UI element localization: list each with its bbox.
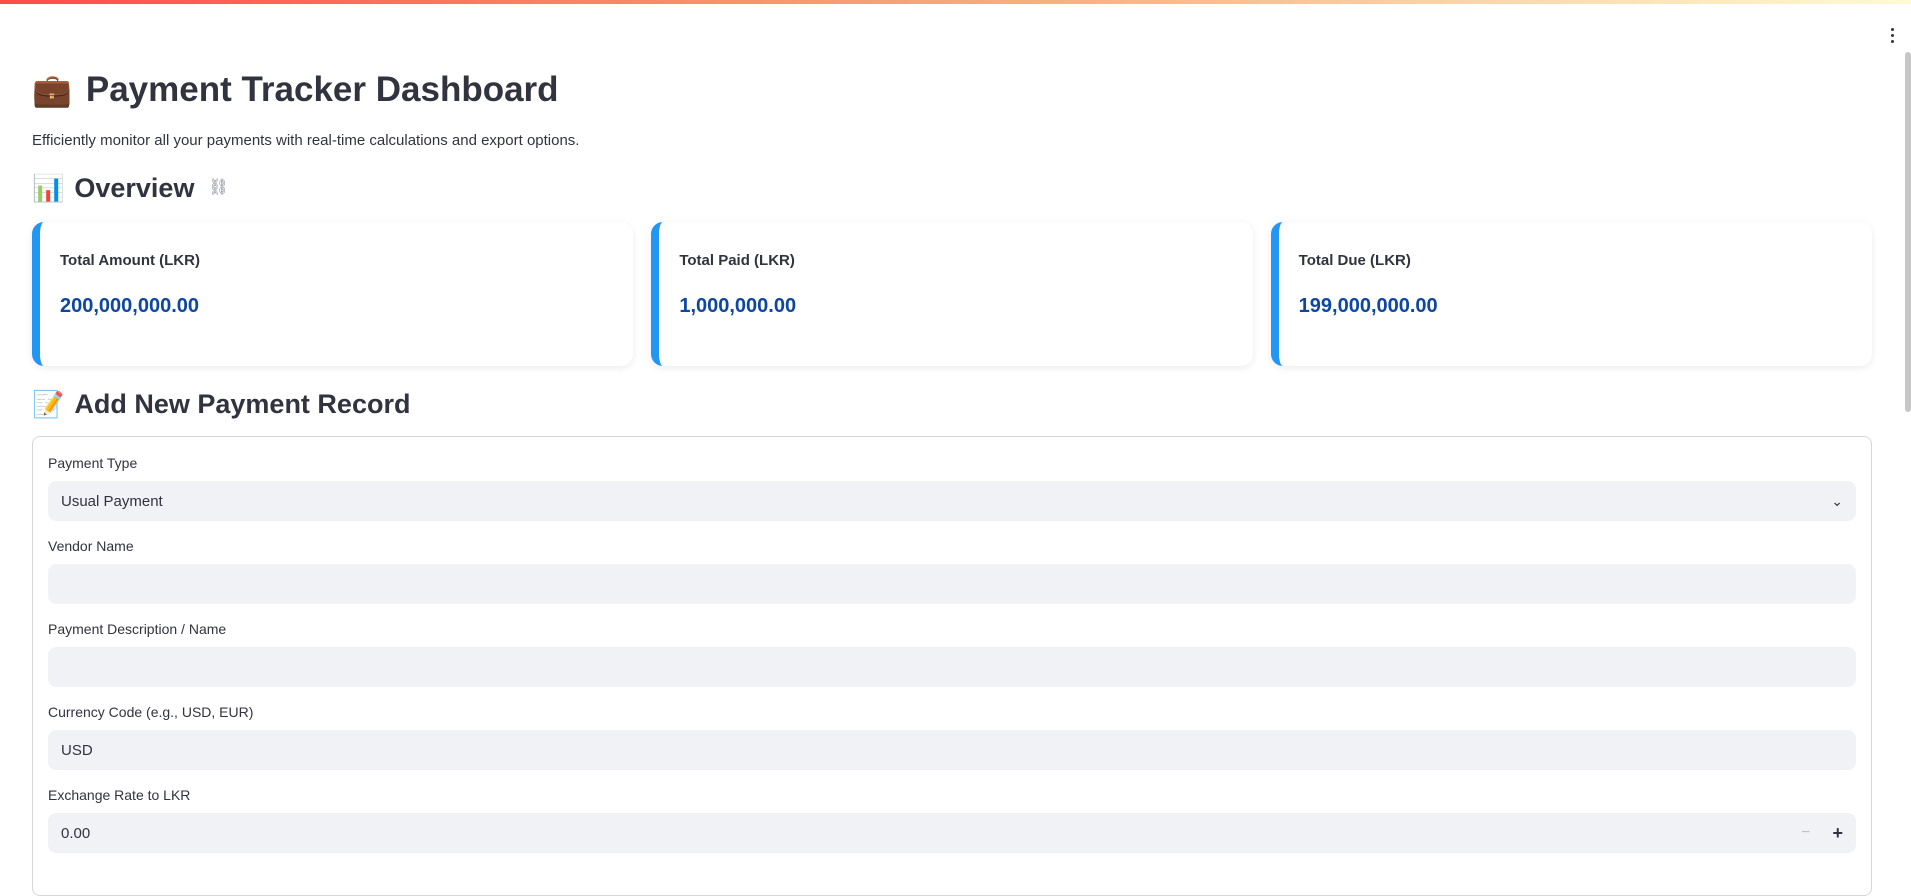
currency-label: Currency Code (e.g., USD, EUR) <box>48 704 254 720</box>
page-title: 💼 Payment Tracker Dashboard <box>32 62 1872 118</box>
payment-record-form: Payment Type Usual Payment ⌄ Vendor Name… <box>32 436 1872 896</box>
currency-field: Currency Code (e.g., USD, EUR) USD <box>48 702 1856 770</box>
description-field: Payment Description / Name <box>48 619 1856 687</box>
page-subtitle: Efficiently monitor all your payments wi… <box>32 132 580 149</box>
overview-heading: 📊 Overview ⛓ <box>32 168 1872 208</box>
page-title-text: Payment Tracker Dashboard <box>85 70 559 109</box>
plus-icon[interactable]: + <box>1832 823 1843 844</box>
metric-label: Total Due (LKR) <box>1298 252 1411 269</box>
chevron-down-icon: ⌄ <box>1831 492 1843 509</box>
metric-card-total-paid: Total Paid (LKR) 1,000,000.00 <box>651 222 1253 366</box>
exchange-rate-label: Exchange Rate to LKR <box>48 787 191 803</box>
memo-icon: 📝 <box>32 389 65 419</box>
top-decoration-bar <box>0 0 1911 4</box>
overview-heading-text: Overview <box>74 173 195 203</box>
stepper-controls: − + <box>1801 823 1843 844</box>
description-input[interactable] <box>48 647 1856 687</box>
payment-type-value: Usual Payment <box>61 492 163 510</box>
vendor-name-label: Vendor Name <box>48 538 134 554</box>
vendor-name-field: Vendor Name <box>48 536 1856 604</box>
add-record-heading-text: Add New Payment Record <box>74 389 411 419</box>
metric-card-total-amount: Total Amount (LKR) 200,000,000.00 <box>32 222 634 366</box>
metric-card-total-due: Total Due (LKR) 199,000,000.00 <box>1270 222 1872 366</box>
kebab-menu-icon <box>1890 27 1894 31</box>
payment-type-select[interactable]: Usual Payment ⌄ <box>48 481 1856 521</box>
metric-value: 199,000,000.00 <box>1298 295 1438 317</box>
metric-value: 1,000,000.00 <box>679 295 797 317</box>
currency-input[interactable]: USD <box>48 730 1856 770</box>
exchange-rate-stepper[interactable]: 0.00 − + <box>48 813 1856 853</box>
main-content: 💼 Payment Tracker Dashboard Efficiently … <box>32 62 1872 896</box>
anchor-link-icon[interactable]: ⛓ <box>208 168 228 208</box>
exchange-rate-field: Exchange Rate to LKR 0.00 − + <box>48 785 1856 853</box>
add-record-heading: 📝 Add New Payment Record <box>32 384 1872 424</box>
briefcase-icon: 💼 <box>32 72 72 108</box>
payment-type-label: Payment Type <box>48 455 138 471</box>
payment-type-field: Payment Type Usual Payment ⌄ <box>48 453 1856 521</box>
metric-cards: Total Amount (LKR) 200,000,000.00 Total … <box>32 222 1872 366</box>
main-menu-button[interactable] <box>1883 24 1901 46</box>
description-label: Payment Description / Name <box>48 621 227 637</box>
page-scrollbar[interactable] <box>1905 52 1911 412</box>
bar-chart-icon: 📊 <box>32 173 65 203</box>
minus-icon[interactable]: − <box>1801 824 1810 842</box>
metric-value: 200,000,000.00 <box>60 295 200 317</box>
exchange-rate-value[interactable]: 0.00 <box>61 825 90 842</box>
metric-label: Total Paid (LKR) <box>679 252 795 269</box>
vendor-name-input[interactable] <box>48 564 1856 604</box>
metric-label: Total Amount (LKR) <box>60 252 200 269</box>
